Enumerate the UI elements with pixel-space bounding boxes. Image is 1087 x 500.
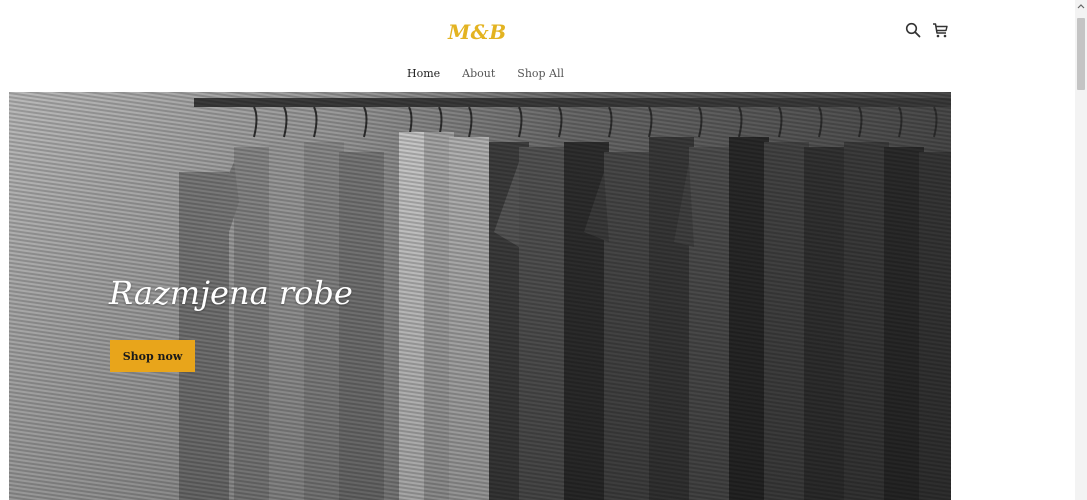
hero-banner: Razmjena robe Shop now (9, 92, 951, 500)
cart-icon[interactable] (932, 22, 950, 40)
search-icon[interactable] (905, 22, 923, 40)
scroll-up-icon[interactable] (1077, 3, 1085, 9)
hero-title: Razmjena robe (109, 274, 353, 312)
nav-item-home[interactable]: Home (407, 67, 440, 80)
nav-item-shop-all[interactable]: Shop All (517, 67, 564, 80)
site-logo[interactable]: M&B (448, 20, 518, 44)
scrollbar-thumb[interactable] (1077, 18, 1085, 90)
main-nav: Home About Shop All (407, 67, 564, 80)
page: M&B Home About Shop All Razmjena robe Sh… (0, 0, 1087, 500)
site-header: M&B Home About Shop All (0, 0, 960, 92)
nav-item-about[interactable]: About (462, 67, 495, 80)
shop-now-button[interactable]: Shop now (110, 340, 195, 372)
